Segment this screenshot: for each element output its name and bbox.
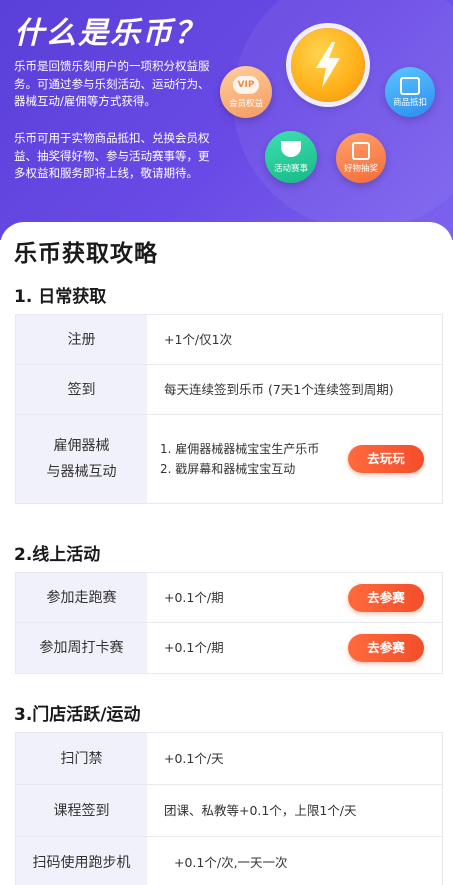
lottery-label: 好物抽奖 <box>343 164 378 174</box>
row-label: 雇佣器械 与器械互动 <box>16 415 147 503</box>
row-value: 每天连续签到乐币 (7天1个连续签到周期) <box>164 381 394 397</box>
row-label: 签到 <box>16 365 147 414</box>
banner-description: 乐币是回馈乐刻用户的一项积分权益服务。可通过参与乐刻活动、运动行为、器械互动/雇… <box>14 59 210 108</box>
vip-icon: VIP <box>233 76 259 94</box>
lottery-icon: 好物抽奖 <box>336 133 386 183</box>
table-row: 参加周打卡赛 +0.1个/期 去参赛 <box>16 623 442 673</box>
events-label: 活动赛事 <box>273 164 308 174</box>
section-title-daily: 1. 日常获取 <box>14 287 107 307</box>
table-row: 扫门禁 +0.1个/天 <box>16 733 442 785</box>
banner-usage-description: 乐币可用于实物商品抵扣、兑换会员权益、抽奖得好物、参与活动赛事等，更多权益和服务… <box>14 131 210 180</box>
row-value: +0.1个/期 <box>164 589 224 605</box>
row-value: +0.1个/天 <box>164 750 224 766</box>
row-value: +1个/仅1次 <box>164 331 233 347</box>
row-label: 注册 <box>16 315 147 364</box>
row-label: 课程签到 <box>16 785 147 836</box>
row-value: +0.1个/次,一天一次 <box>174 855 288 870</box>
table-row: 课程签到 团课、私教等+0.1个，上限1个/天 <box>16 785 442 837</box>
section-title-online: 2.线上活动 <box>14 545 101 565</box>
table-row: 参加走跑赛 +0.1个/期 去参赛 <box>16 573 442 623</box>
table-row: 签到 每天连续签到乐币 (7天1个连续签到周期) <box>16 365 442 415</box>
row-label: 扫码使用跑步机 <box>16 837 147 885</box>
store-table: 扫门禁 +0.1个/天 课程签到 团课、私教等+0.1个，上限1个/天 扫码使用… <box>15 732 443 885</box>
table-row: 注册 +1个/仅1次 <box>16 315 442 365</box>
row-label: 参加走跑赛 <box>16 573 147 622</box>
goods-deduction-icon: 商品抵扣 <box>385 67 435 117</box>
row-value: 1. 雇佣器械器械宝宝生产乐币 2. 戳屏幕和器械宝宝互动 <box>160 442 320 476</box>
coin-icon <box>291 28 365 102</box>
play-button[interactable]: 去玩玩 <box>348 445 424 473</box>
trophy-icon <box>281 141 301 157</box>
events-icon: 活动赛事 <box>265 131 317 183</box>
join-checkin-race-button[interactable]: 去参赛 <box>348 634 424 662</box>
online-table: 参加走跑赛 +0.1个/期 去参赛 参加周打卡赛 +0.1个/期 去参赛 <box>15 572 443 674</box>
lightning-icon <box>316 42 340 88</box>
join-run-race-button[interactable]: 去参赛 <box>348 583 424 612</box>
row-value: 团课、私教等+0.1个，上限1个/天 <box>164 802 357 818</box>
member-benefits-icon: VIP 会员权益 <box>220 66 272 118</box>
row-label: 参加周打卡赛 <box>16 623 147 673</box>
row-value: +0.1个/期 <box>164 640 224 655</box>
member-benefits-label: 会员权益 <box>228 99 263 109</box>
section-title-store: 3.门店活跃/运动 <box>14 705 141 725</box>
page-title: 乐币获取攻略 <box>14 241 158 267</box>
gift-icon <box>352 142 370 160</box>
goods-deduction-label: 商品抵扣 <box>392 98 427 108</box>
shopping-bag-icon <box>400 77 420 95</box>
header-banner: 什么是乐币？ 乐币是回馈乐刻用户的一项积分权益服务。可通过参与乐刻活动、运动行为… <box>0 0 453 240</box>
table-row: 扫码使用跑步机 +0.1个/次,一天一次 <box>16 837 442 885</box>
banner-title: 什么是乐币？ <box>14 16 206 51</box>
content-card: 乐币获取攻略 1. 日常获取 注册 +1个/仅1次 签到 每天连续签到乐币 (7… <box>0 222 453 885</box>
daily-table: 注册 +1个/仅1次 签到 每天连续签到乐币 (7天1个连续签到周期) 雇佣器械… <box>15 314 443 504</box>
table-row: 雇佣器械 与器械互动 1. 雇佣器械器械宝宝生产乐币 2. 戳屏幕和器械宝宝互动… <box>16 415 442 503</box>
row-label: 扫门禁 <box>16 733 147 784</box>
